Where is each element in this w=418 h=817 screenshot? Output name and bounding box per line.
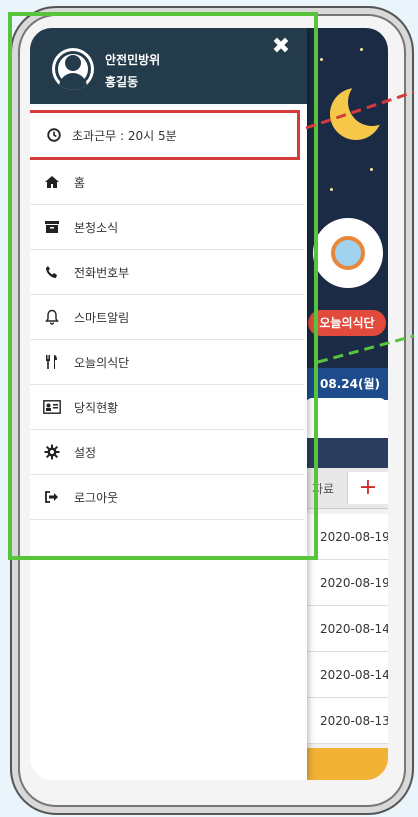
red-callout-line <box>305 90 415 130</box>
annotation-lines <box>305 90 415 364</box>
green-callout-line <box>317 334 415 364</box>
